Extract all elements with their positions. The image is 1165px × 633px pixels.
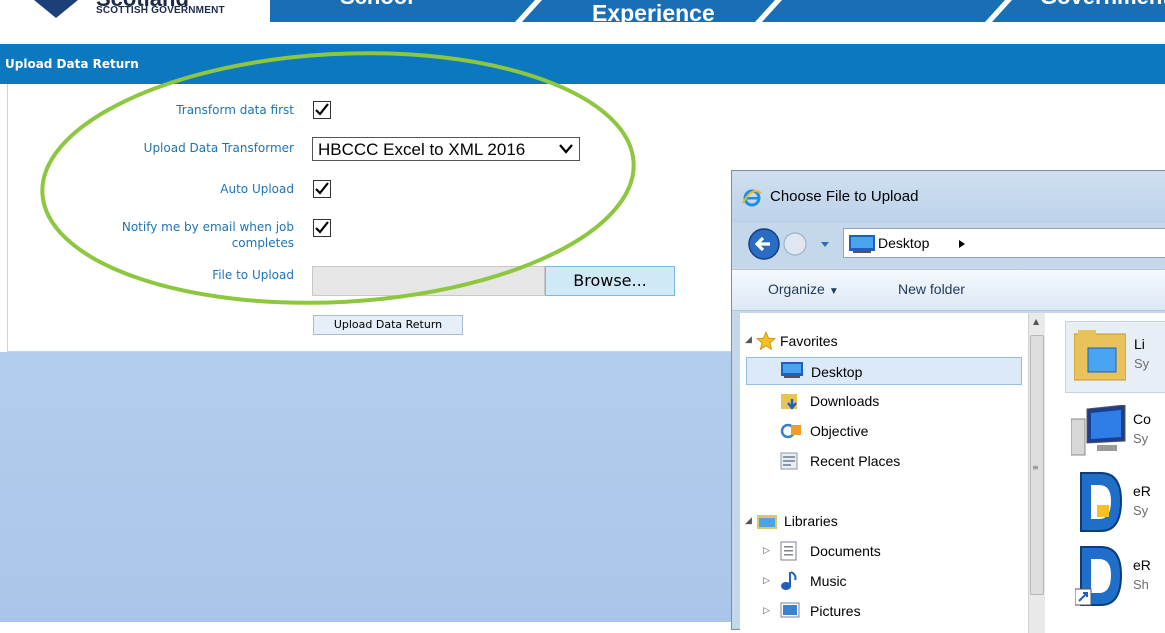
documents-expand-icon[interactable]: ▷	[763, 546, 770, 556]
organize-button[interactable]: Organize ▼	[768, 281, 839, 297]
upload-data-return-button[interactable]: Upload Data Return	[313, 315, 463, 335]
browse-button[interactable]: Browse...	[545, 266, 675, 296]
nav-favorites[interactable]: Favorites	[756, 327, 1032, 355]
nav-objective[interactable]: Objective	[780, 417, 1056, 445]
forward-arrow-icon[interactable]	[782, 231, 808, 257]
address-bar[interactable]: Desktop	[843, 228, 1165, 258]
nav-desktop-label: Desktop	[811, 364, 863, 380]
favorites-expand-icon[interactable]: ◢	[745, 335, 752, 345]
star-icon	[756, 331, 776, 351]
file-list-pane: Li Sy Co Sy eR Sy eR Sh	[1045, 313, 1165, 633]
objective-icon	[780, 423, 801, 439]
back-arrow-icon[interactable]	[747, 227, 781, 261]
banner-word-school[interactable]: School	[340, 0, 413, 10]
list-item[interactable]: Co Sy	[1065, 397, 1165, 469]
music-note-icon	[781, 571, 797, 590]
desktop-icon	[781, 362, 803, 378]
list-item[interactable]: eR Sy	[1065, 469, 1165, 541]
organize-label: Organize	[768, 281, 825, 297]
downloads-folder-icon	[781, 394, 797, 410]
nav-downloads-label: Downloads	[810, 393, 880, 409]
desktop-icon	[849, 235, 875, 253]
list-item-name: eR	[1133, 483, 1151, 499]
list-item-type: Sy	[1134, 356, 1150, 371]
nav-documents-label: Documents	[810, 543, 881, 559]
chevron-down-icon	[559, 144, 573, 154]
nav-pane-scrollbar[interactable]: ▲ ≡	[1028, 313, 1045, 633]
nav-desktop[interactable]: Desktop	[746, 357, 1022, 385]
libraries-expand-icon[interactable]: ◢	[745, 516, 752, 526]
transform-checkbox[interactable]	[313, 101, 331, 119]
dialog-title: Choose File to Upload	[770, 188, 919, 205]
dialog-toolbar: Organize ▼ New folder	[732, 269, 1165, 311]
list-item-name: Co	[1133, 411, 1151, 427]
nav-music-label: Music	[810, 573, 847, 589]
nav-libraries-label: Libraries	[784, 513, 838, 529]
file-path-input[interactable]	[312, 266, 545, 296]
list-item[interactable]: Li Sy	[1065, 321, 1165, 393]
list-item-name: eR	[1133, 557, 1151, 573]
new-folder-button[interactable]: New folder	[898, 281, 965, 297]
history-dropdown-icon[interactable]	[820, 241, 830, 249]
banner-word-government[interactable]: Government	[1040, 0, 1165, 10]
transformer-label: Upload Data Transformer	[143, 141, 294, 155]
nav-recent-places[interactable]: Recent Places	[780, 447, 1056, 475]
list-item-type: Sh	[1133, 577, 1149, 592]
notify-label-line2: completes	[231, 236, 294, 250]
recent-places-icon	[780, 452, 798, 470]
music-expand-icon[interactable]: ▷	[763, 576, 770, 586]
nav-libraries[interactable]: Libraries	[756, 507, 1032, 535]
nav-recent-places-label: Recent Places	[810, 453, 901, 469]
nav-music[interactable]: Music	[780, 567, 1056, 595]
nav-pictures[interactable]: Pictures	[780, 597, 1056, 625]
scroll-up-icon[interactable]: ▲	[1033, 317, 1039, 326]
dialog-title-bar: Choose File to Upload	[732, 171, 1165, 223]
list-item-type: Sy	[1133, 431, 1149, 446]
saltire-logo-icon	[34, 0, 78, 18]
breadcrumb-arrow-icon[interactable]	[958, 239, 966, 249]
auto-upload-checkbox[interactable]	[313, 180, 331, 198]
list-item-type: Sy	[1133, 503, 1149, 518]
brand-sub: SCOTTISH GOVERNMENT	[96, 5, 225, 16]
page-title-bar: Upload Data Return	[0, 44, 1165, 84]
page-title: Upload Data Return	[5, 57, 139, 71]
erecords-app-icon	[1080, 472, 1123, 532]
list-item[interactable]: eR Sh	[1065, 543, 1165, 615]
auto-upload-label: Auto Upload	[220, 182, 294, 196]
libraries-folder-icon	[757, 515, 777, 529]
organize-caret-icon: ▼	[828, 286, 839, 297]
navigation-pane: ◢ Favorites Desktop Downloads Objective …	[740, 313, 1028, 633]
banner-word-experience[interactable]: Experience	[592, 0, 715, 22]
nav-pictures-label: Pictures	[810, 603, 861, 619]
nav-objective-label: Objective	[810, 423, 869, 439]
pictures-icon	[780, 602, 800, 618]
address-text: Desktop	[878, 235, 930, 251]
file-upload-dialog: Choose File to Upload Desktop Organize▼	[731, 170, 1165, 633]
computer-icon	[1071, 405, 1126, 456]
scroll-grip-icon: ≡	[1032, 463, 1039, 472]
site-banner: Scotland SCOTTISH GOVERNMENT School Expe…	[0, 0, 1165, 22]
notify-checkbox[interactable]	[313, 219, 331, 237]
notify-label-line1: Notify me by email when job	[121, 220, 294, 234]
documents-icon	[780, 541, 797, 561]
transformer-select[interactable]: HBCCC Excel to XML 2016	[312, 137, 580, 161]
brand-logo-text: Scotland SCOTTISH GOVERNMENT	[96, 0, 276, 22]
nav-downloads[interactable]: Downloads	[780, 387, 1056, 415]
nav-documents[interactable]: Documents	[780, 537, 1056, 565]
library-folder-icon	[1074, 330, 1126, 381]
list-item-name: Li	[1134, 336, 1145, 352]
internet-explorer-icon	[742, 189, 762, 207]
dialog-address-row: Desktop	[740, 223, 1165, 265]
pictures-expand-icon[interactable]: ▷	[763, 606, 770, 616]
nav-favorites-label: Favorites	[780, 333, 838, 349]
transformer-value: HBCCC Excel to XML 2016	[318, 140, 526, 159]
file-label: File to Upload	[212, 268, 294, 282]
transform-label: Transform data first	[176, 103, 294, 117]
erecords-shortcut-icon	[1075, 546, 1123, 606]
